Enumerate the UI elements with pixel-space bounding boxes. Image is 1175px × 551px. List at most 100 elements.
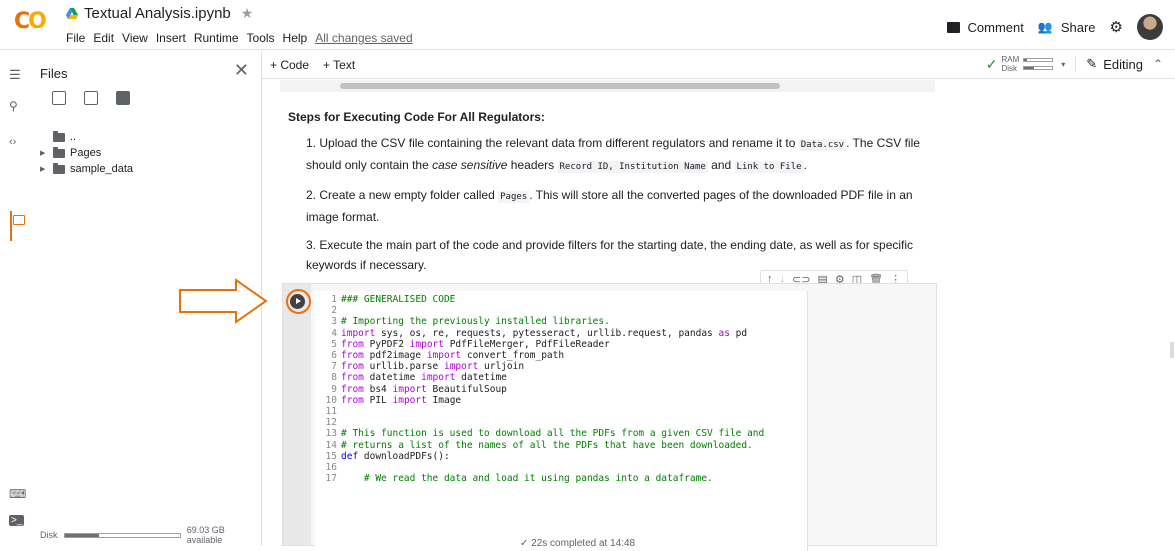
step-text: Create a new empty folder called	[319, 188, 499, 202]
step-1: 1. Upload the CSV file containing the re…	[306, 133, 938, 177]
code-line: 14 # returns a list of the names of all t…	[325, 439, 753, 451]
ram-meter	[1023, 58, 1054, 62]
drive-icon	[66, 8, 78, 19]
tree-item-parent[interactable]: ..	[40, 129, 133, 145]
code-cell[interactable]: 1 ### GENERALISED CODE 2 3 # Importing the p…	[282, 283, 937, 551]
people-icon: 👥	[1037, 20, 1053, 34]
menu-help[interactable]: Help	[279, 31, 312, 45]
left-rail: ☰ ⚲ ‹› ⌨ >_	[0, 51, 30, 546]
menu-edit[interactable]: Edit	[89, 31, 118, 45]
caret-icon[interactable]: ▶	[40, 149, 48, 157]
code-line: 2	[331, 305, 337, 317]
tree-label: Pages	[70, 147, 102, 159]
tree-label: sample_data	[70, 163, 133, 175]
files-toolbar	[52, 91, 130, 105]
code-line: 6 from pdf2image import convert_from_path	[331, 350, 565, 362]
disk-label: Disk	[40, 530, 58, 540]
code-line: 3 # Importing the previously installed li…	[331, 316, 610, 328]
step-text: .	[803, 158, 807, 172]
code-line: 7 from urllib.parse import urljoin	[331, 361, 525, 373]
title-row: Textual Analysis.ipynb ★	[66, 5, 253, 22]
step-text: headers	[507, 158, 558, 172]
code-line: 8 from datetime import datetime	[331, 372, 507, 384]
avatar[interactable]	[1137, 14, 1163, 40]
caret-icon[interactable]: ▶	[40, 165, 48, 173]
mount-drive-icon[interactable]	[116, 91, 130, 105]
comment-button[interactable]: Comment	[946, 19, 1024, 35]
horizontal-scrollbar[interactable]	[340, 83, 780, 89]
menu-runtime[interactable]: Runtime	[190, 31, 243, 45]
code-line: 11	[325, 406, 337, 418]
file-tree: .. ▶ Pages ▶ sample_data	[40, 129, 133, 177]
code-line: 16	[325, 462, 337, 474]
tree-label: ..	[70, 131, 77, 143]
disk-bar-fill	[64, 533, 100, 537]
step-3: 3. Execute the main part of the code and…	[306, 235, 938, 275]
disk-usage: Disk 69.03 GB available	[40, 525, 261, 545]
text-cell[interactable]: Steps for Executing Code For All Regulat…	[288, 107, 938, 283]
steps-heading: Steps for Executing Code For All Regulat…	[288, 110, 545, 124]
colab-logo[interactable]: CO	[14, 9, 47, 34]
code-line: 12	[325, 417, 337, 429]
comment-icon	[946, 21, 960, 33]
active-indicator	[10, 211, 12, 241]
code-editor[interactable]: 1 ### GENERALISED CODE 2 3 # Importing the p…	[315, 291, 808, 551]
code-line: 1 ### GENERALISED CODE	[331, 294, 456, 305]
menu-tools[interactable]: Tools	[243, 31, 279, 45]
code-lines: 1 ### GENERALISED CODE 2 3 # Importing the p…	[317, 294, 807, 484]
folder-icon	[53, 130, 65, 142]
add-code-button[interactable]: + Code	[270, 58, 309, 72]
refresh-icon[interactable]	[84, 91, 98, 105]
comment-label: Comment	[967, 19, 1024, 35]
scrollbar-handle[interactable]	[1170, 342, 1174, 358]
menu-icon[interactable]: ☰	[9, 67, 21, 83]
close-icon[interactable]: ✕	[234, 60, 249, 81]
folder-icon[interactable]	[13, 215, 25, 225]
folder-icon	[53, 146, 65, 158]
chevron-down-icon[interactable]: ▾	[1061, 60, 1065, 69]
step-text: Execute the main part of the code and pr…	[306, 238, 914, 272]
pencil-icon: ✎	[1086, 56, 1098, 71]
code-line: 13 # This function is used to download al…	[325, 428, 765, 440]
files-title: Files	[40, 66, 68, 81]
share-label: Share	[1060, 19, 1096, 35]
notebook-toolbar: + Code + Text ✓ RAM Disk ▾ ✎ Editing ⌃	[262, 51, 1175, 79]
resource-monitor[interactable]: ✓ RAM Disk ▾	[986, 55, 1066, 73]
code-line: 10 from PIL import Image	[325, 394, 462, 406]
step-number: 1.	[306, 136, 317, 150]
terminal-icon[interactable]: >_	[9, 515, 25, 526]
search-icon[interactable]: ⚲	[9, 99, 18, 113]
save-status[interactable]: All changes saved	[311, 31, 416, 45]
add-text-button[interactable]: + Text	[323, 58, 355, 72]
code-line: 17 # We read the data and load it using …	[325, 473, 713, 485]
chevron-up-icon[interactable]: ⌃	[1153, 57, 1163, 71]
gear-icon[interactable]: ⚙	[1110, 18, 1123, 36]
upload-icon[interactable]	[52, 91, 66, 105]
tree-item-sample-data[interactable]: ▶ sample_data	[40, 161, 133, 177]
check-icon: ✓	[985, 55, 998, 72]
menu-bar: File Edit View Insert Runtime Tools Help All ch…	[62, 31, 417, 45]
code-snippets-icon[interactable]: ‹›	[9, 136, 16, 148]
menu-file[interactable]: File	[62, 31, 89, 45]
step-number: 2.	[306, 188, 317, 202]
menu-view[interactable]: View	[118, 31, 152, 45]
disk-bar	[63, 532, 181, 538]
notebook-content: Steps for Executing Code For All Regulat…	[262, 80, 1175, 551]
menu-insert[interactable]: Insert	[152, 31, 190, 45]
ram-label: RAM	[1001, 55, 1020, 64]
inline-code: Data.csv	[798, 139, 847, 151]
run-icon[interactable]	[290, 294, 305, 309]
disk-meter	[1023, 66, 1054, 70]
header: CO Textual Analysis.ipynb ★ File Edit View…	[0, 0, 1175, 50]
keyboard-icon[interactable]: ⌨	[9, 487, 26, 501]
code-line: 9 from bs4 import BeautifulSoup	[331, 383, 507, 395]
editing-toggle[interactable]: ✎ Editing	[1075, 56, 1143, 72]
inline-code: Record ID, Institution Name	[557, 161, 708, 173]
notebook-title[interactable]: Textual Analysis.ipynb	[84, 5, 231, 22]
disk-label: Disk	[1001, 64, 1018, 73]
share-button[interactable]: 👥 Share	[1038, 20, 1096, 35]
emphasis: case sensitive	[432, 158, 508, 172]
arrow-annotation	[179, 278, 268, 324]
star-icon[interactable]: ★	[241, 5, 254, 22]
tree-item-pages[interactable]: ▶ Pages	[40, 145, 133, 161]
